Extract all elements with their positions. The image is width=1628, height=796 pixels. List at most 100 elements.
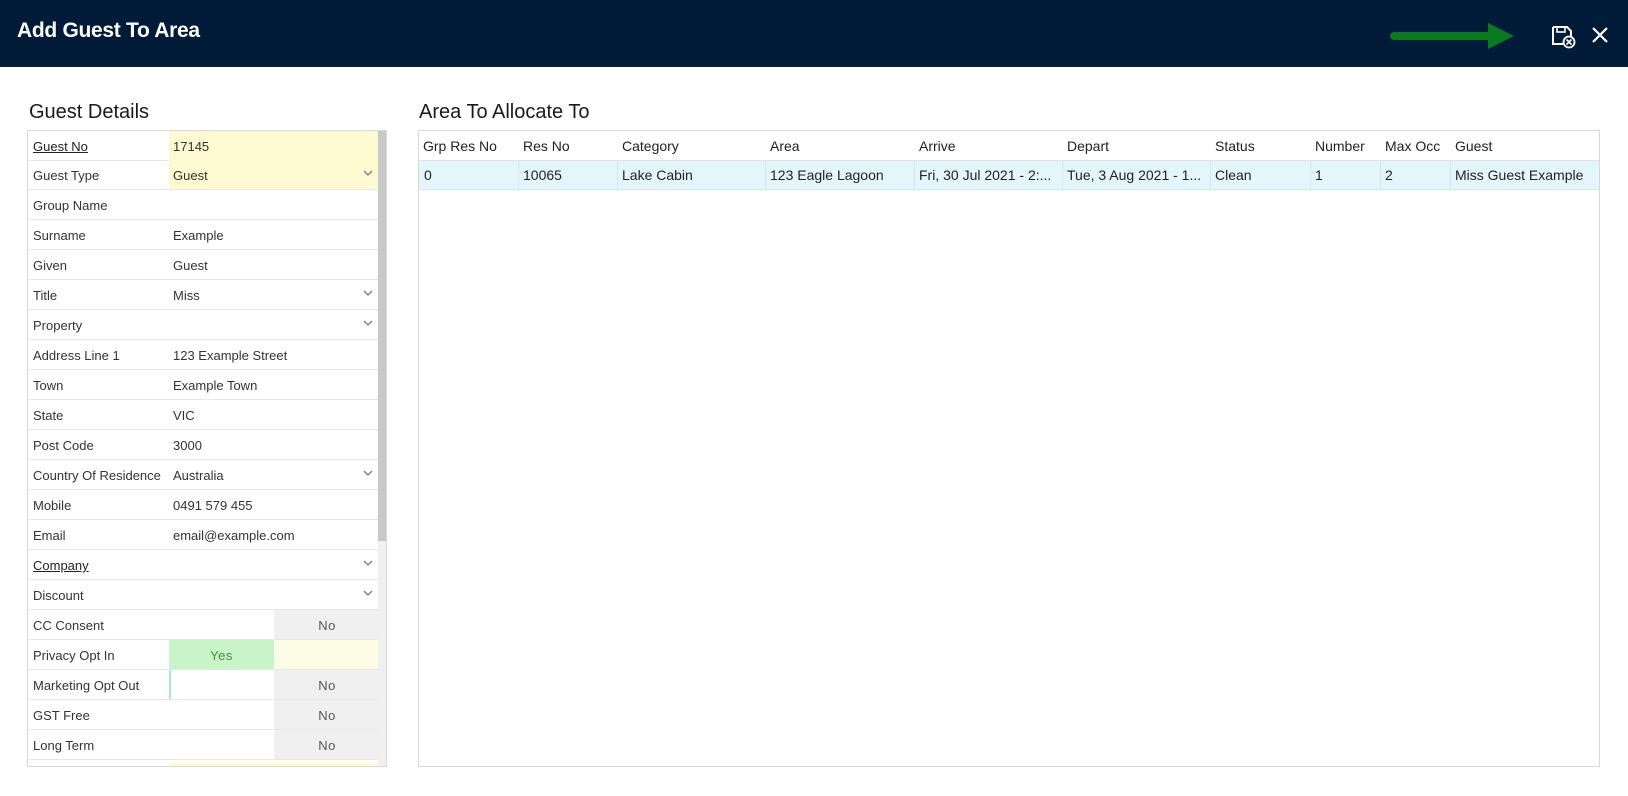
field-property[interactable]: Property (28, 310, 380, 340)
column-header[interactable]: Area (770, 138, 800, 154)
town-input[interactable]: Example Town (169, 370, 380, 399)
no-option[interactable]: No (274, 700, 380, 729)
column-divider (765, 161, 766, 190)
yes-option[interactable] (169, 610, 274, 639)
column-header[interactable]: Arrive (919, 138, 956, 154)
field-discount[interactable]: Discount (28, 580, 380, 610)
field-label: Country Of Residence (33, 468, 161, 483)
toggle-long-term[interactable]: Long Term No (28, 730, 380, 760)
toggle-gst-free[interactable]: GST Free No (28, 700, 380, 730)
field-town[interactable]: Town Example Town (28, 370, 380, 400)
toggle-marketing-opt-out[interactable]: Marketing Opt Out No (28, 670, 380, 700)
column-header[interactable]: Max Occ (1385, 138, 1440, 154)
field-label: Email (33, 528, 66, 543)
chevron-down-icon[interactable] (362, 317, 374, 329)
field-state[interactable]: State VIC (28, 400, 380, 430)
field-label[interactable]: Guest No (33, 139, 88, 154)
cell-depart: Tue, 3 Aug 2021 - 1... (1067, 167, 1202, 183)
column-divider (1450, 161, 1451, 190)
field-post-code[interactable]: Post Code 3000 (28, 430, 380, 460)
column-header[interactable]: Guest (1455, 138, 1492, 154)
field-title[interactable]: Title Miss (28, 280, 380, 310)
field-email[interactable]: Email email@example.com (28, 520, 380, 550)
column-divider (1380, 161, 1381, 190)
column-divider (1062, 161, 1063, 190)
field-mobile[interactable]: Mobile 0491 579 455 (28, 490, 380, 520)
guest-details-panel: Guest No 17145 Guest Type Guest Group Na… (27, 130, 387, 767)
field-guest-no[interactable]: Guest No 17145 (28, 131, 380, 161)
column-divider (1310, 161, 1311, 190)
email-input[interactable]: email@example.com (169, 520, 380, 549)
state-input[interactable]: VIC (169, 400, 380, 429)
table-row[interactable]: 0 10065 Lake Cabin 123 Eagle Lagoon Fri,… (419, 161, 1599, 190)
cell-res-no: 10065 (523, 167, 562, 183)
field-label: Title (33, 288, 58, 303)
chevron-down-icon[interactable] (362, 557, 374, 569)
column-divider (914, 161, 915, 190)
no-option[interactable]: No (274, 730, 380, 759)
no-option[interactable]: No (274, 670, 380, 699)
yes-option[interactable] (169, 700, 274, 729)
yes-option[interactable]: Yes (169, 640, 274, 669)
save-close-icon[interactable] (1549, 22, 1577, 50)
cell-category: Lake Cabin (622, 167, 693, 183)
chevron-down-icon[interactable] (362, 587, 374, 599)
pointer-arrow-icon (1390, 23, 1514, 49)
field-given[interactable]: Given Guest (28, 250, 380, 280)
cell-arrive: Fri, 30 Jul 2021 - 2:... (919, 167, 1052, 183)
field-label[interactable]: Company (33, 558, 89, 573)
surname-input[interactable]: Example (169, 220, 380, 249)
field-label: Post Code (33, 438, 94, 453)
toggle-cc-consent[interactable]: CC Consent No (28, 610, 380, 640)
address-line-1-input[interactable]: 123 Example Street (169, 340, 380, 369)
chevron-down-icon[interactable] (362, 167, 374, 179)
cell-number: 1 (1315, 167, 1323, 183)
field-label: Group Name (33, 198, 108, 213)
no-option[interactable]: No (274, 610, 380, 639)
scrollbar-thumb[interactable] (378, 131, 386, 541)
field-surname[interactable]: Surname Example (28, 220, 380, 250)
chevron-down-icon[interactable] (362, 287, 374, 299)
property-select[interactable] (169, 310, 380, 339)
field-company[interactable]: Company (28, 550, 380, 580)
yes-option[interactable] (169, 730, 274, 759)
scrollbar-track[interactable] (378, 131, 386, 766)
column-header[interactable]: Category (622, 138, 679, 154)
next-field-partial (169, 763, 380, 766)
mobile-input[interactable]: 0491 579 455 (169, 490, 380, 519)
field-country-of-residence[interactable]: Country Of Residence Australia (28, 460, 380, 490)
guest-details-title: Guest Details (29, 101, 150, 123)
title-bar: Add Guest To Area (0, 0, 1628, 67)
column-header[interactable]: Number (1315, 138, 1365, 154)
toggle-privacy-opt-in[interactable]: Privacy Opt In Yes (28, 640, 380, 670)
column-header[interactable]: Res No (523, 138, 570, 154)
field-label: State (33, 408, 64, 423)
column-header[interactable]: Depart (1067, 138, 1109, 154)
field-label: Given (33, 258, 67, 273)
field-address-line-1[interactable]: Address Line 1 123 Example Street (28, 340, 380, 370)
area-allocate-table: Grp Res No Res No Category Area Arrive D… (418, 130, 1600, 767)
field-label: Property (33, 318, 83, 333)
field-guest-type[interactable]: Guest Type Guest (28, 160, 380, 190)
cell-guest: Miss Guest Example (1455, 167, 1584, 183)
guest-no-input[interactable]: 17145 (169, 131, 380, 160)
no-option[interactable] (274, 640, 380, 669)
post-code-input[interactable]: 3000 (169, 430, 380, 459)
discount-select[interactable] (169, 580, 380, 609)
guest-type-select[interactable]: Guest (169, 160, 380, 189)
company-select[interactable] (169, 550, 380, 579)
field-label: Surname (33, 228, 86, 243)
given-input[interactable]: Guest (169, 250, 380, 279)
table-header: Grp Res No Res No Category Area Arrive D… (419, 131, 1599, 161)
chevron-down-icon[interactable] (362, 467, 374, 479)
window-title: Add Guest To Area (17, 19, 200, 42)
group-name-input[interactable] (169, 190, 380, 219)
title-select[interactable]: Miss (169, 280, 380, 309)
yes-option[interactable] (169, 670, 274, 699)
country-select[interactable]: Australia (169, 460, 380, 489)
field-group-name[interactable]: Group Name (28, 190, 380, 220)
close-icon[interactable] (1587, 22, 1613, 48)
column-divider (1210, 161, 1211, 190)
column-header[interactable]: Grp Res No (423, 138, 497, 154)
column-header[interactable]: Status (1215, 138, 1255, 154)
